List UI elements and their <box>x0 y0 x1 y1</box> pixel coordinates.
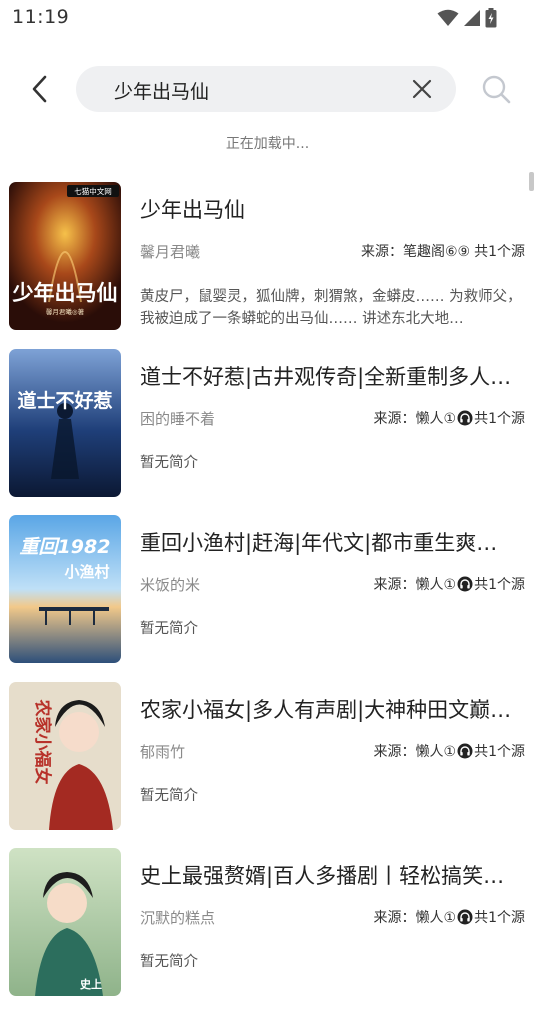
search-input[interactable]: 少年出马仙 <box>76 66 456 112</box>
search-icon[interactable] <box>478 72 514 108</box>
book-cover: 七猫中文网 少年出马仙 馨月君曦◎著 <box>9 182 121 330</box>
source-count: 共1个源 <box>474 244 525 260</box>
headphone-icon <box>457 410 473 425</box>
source-count: 共1个源 <box>474 577 525 593</box>
source-label: 来源： <box>373 743 416 760</box>
list-item[interactable]: 道士不好惹 道士不好惹|古井观传奇|全新重制多人… 困的睡不着 来源： 懒人① … <box>0 348 535 516</box>
source-name: 懒人① <box>415 577 457 593</box>
search-query-text[interactable]: 少年出马仙 <box>114 77 209 104</box>
book-intro: 暂无简介 <box>140 787 198 804</box>
source-count: 共1个源 <box>474 743 525 760</box>
book-title: 少年出马仙 <box>140 198 245 222</box>
book-title: 史上最强赘婿|百人多播剧丨轻松搞笑… <box>140 864 505 888</box>
book-title: 道士不好惹|古井观传奇|全新重制多人… <box>140 364 512 389</box>
source-label: 来源： <box>373 577 416 593</box>
book-intro: 暂无简介 <box>140 454 198 471</box>
book-source: 来源： 懒人① 共1个源 <box>374 408 525 428</box>
list-item[interactable]: 重回1982 小渔村 重回小渔村|赶海|年代文|都市重生爽… 米饭的米 来源： … <box>0 515 535 682</box>
cell-signal-icon <box>464 10 480 26</box>
cover-subtitle: 小渔村 <box>64 563 109 581</box>
wifi-icon <box>437 9 459 26</box>
source-count: 共1个源 <box>474 910 525 926</box>
headphone-icon <box>457 576 473 592</box>
book-author: 馨月君曦 <box>140 243 201 261</box>
cover-title: 重回1982 <box>20 536 111 558</box>
cover-title: 少年出马仙 <box>12 281 118 305</box>
source-label: 来源： <box>373 410 416 427</box>
book-cover: 重回1982 小渔村 <box>9 515 121 663</box>
book-source: 来源： 懒人① 共1个源 <box>374 741 525 761</box>
status-time: 11:19 <box>12 6 70 28</box>
cover-title: 农家小福女 <box>32 698 53 784</box>
source-name: 懒人① <box>415 410 457 427</box>
cover-title: 史上 <box>80 977 102 991</box>
book-cover: 道士不好惹 <box>9 348 121 497</box>
book-intro: 黄皮尸，鼠婴灵，狐仙牌，刺猬煞，金蟒皮…… 为救师父，我被迫成了一条蟒蛇的出马仙… <box>140 289 522 327</box>
book-intro: 暂无简介 <box>140 621 198 637</box>
list-item[interactable]: 农家小福女 农家小福女|多人有声剧|大神种田文巅… 郁雨竹 来源： 懒人① 共1… <box>0 681 535 849</box>
book-author: 沉默的糕点 <box>140 909 216 927</box>
book-source: 来源： 笔趣阁⑥⑨ 共1个源 <box>361 241 525 261</box>
source-name: 懒人① <box>415 910 457 926</box>
book-title: 农家小福女|多人有声剧|大神种田文巅… <box>140 697 512 722</box>
book-source: 来源： 懒人① 共1个源 <box>374 574 525 594</box>
results-list: 七猫中文网 少年出马仙 馨月君曦◎著 少年出马仙 馨月君曦 来源： 笔趣阁⑥⑨ … <box>0 182 535 1015</box>
cover-badge: 七猫中文网 <box>74 186 112 196</box>
source-name: 笔趣阁⑥⑨ <box>402 244 471 260</box>
book-cover: 农家小福女 <box>9 681 121 830</box>
loading-status: 正在加载中... <box>225 136 310 152</box>
book-source: 来源： 懒人① 共1个源 <box>374 907 525 927</box>
book-author: 郁雨竹 <box>140 742 186 761</box>
headphone-icon <box>457 909 473 925</box>
book-intro: 暂无简介 <box>140 954 198 970</box>
book-title: 重回小渔村|赶海|年代文|都市重生爽… <box>140 531 498 555</box>
source-label: 来源： <box>360 244 403 260</box>
search-header: 少年出马仙 <box>0 60 535 118</box>
source-name: 懒人① <box>415 743 457 760</box>
list-item[interactable]: 七猫中文网 少年出马仙 馨月君曦◎著 少年出马仙 馨月君曦 来源： 笔趣阁⑥⑨ … <box>0 182 535 349</box>
headphone-icon <box>457 743 473 758</box>
book-author: 困的睡不着 <box>140 409 216 428</box>
battery-charging-icon <box>485 8 497 28</box>
source-label: 来源： <box>373 910 416 926</box>
status-icons <box>437 7 497 29</box>
list-item[interactable]: 史上 史上最强赘婿|百人多播剧丨轻松搞笑… 沉默的糕点 来源： 懒人① 共1个源… <box>0 848 535 1015</box>
book-cover: 史上 <box>9 848 121 996</box>
cover-author: 馨月君曦◎著 <box>46 307 85 316</box>
source-count: 共1个源 <box>474 410 525 427</box>
book-author: 米饭的米 <box>140 576 201 594</box>
cover-title: 道士不好惹 <box>17 389 112 412</box>
status-bar: 11:19 <box>0 0 535 36</box>
back-arrow-icon <box>32 75 47 103</box>
close-icon[interactable] <box>410 77 434 101</box>
back-button[interactable] <box>22 71 58 107</box>
